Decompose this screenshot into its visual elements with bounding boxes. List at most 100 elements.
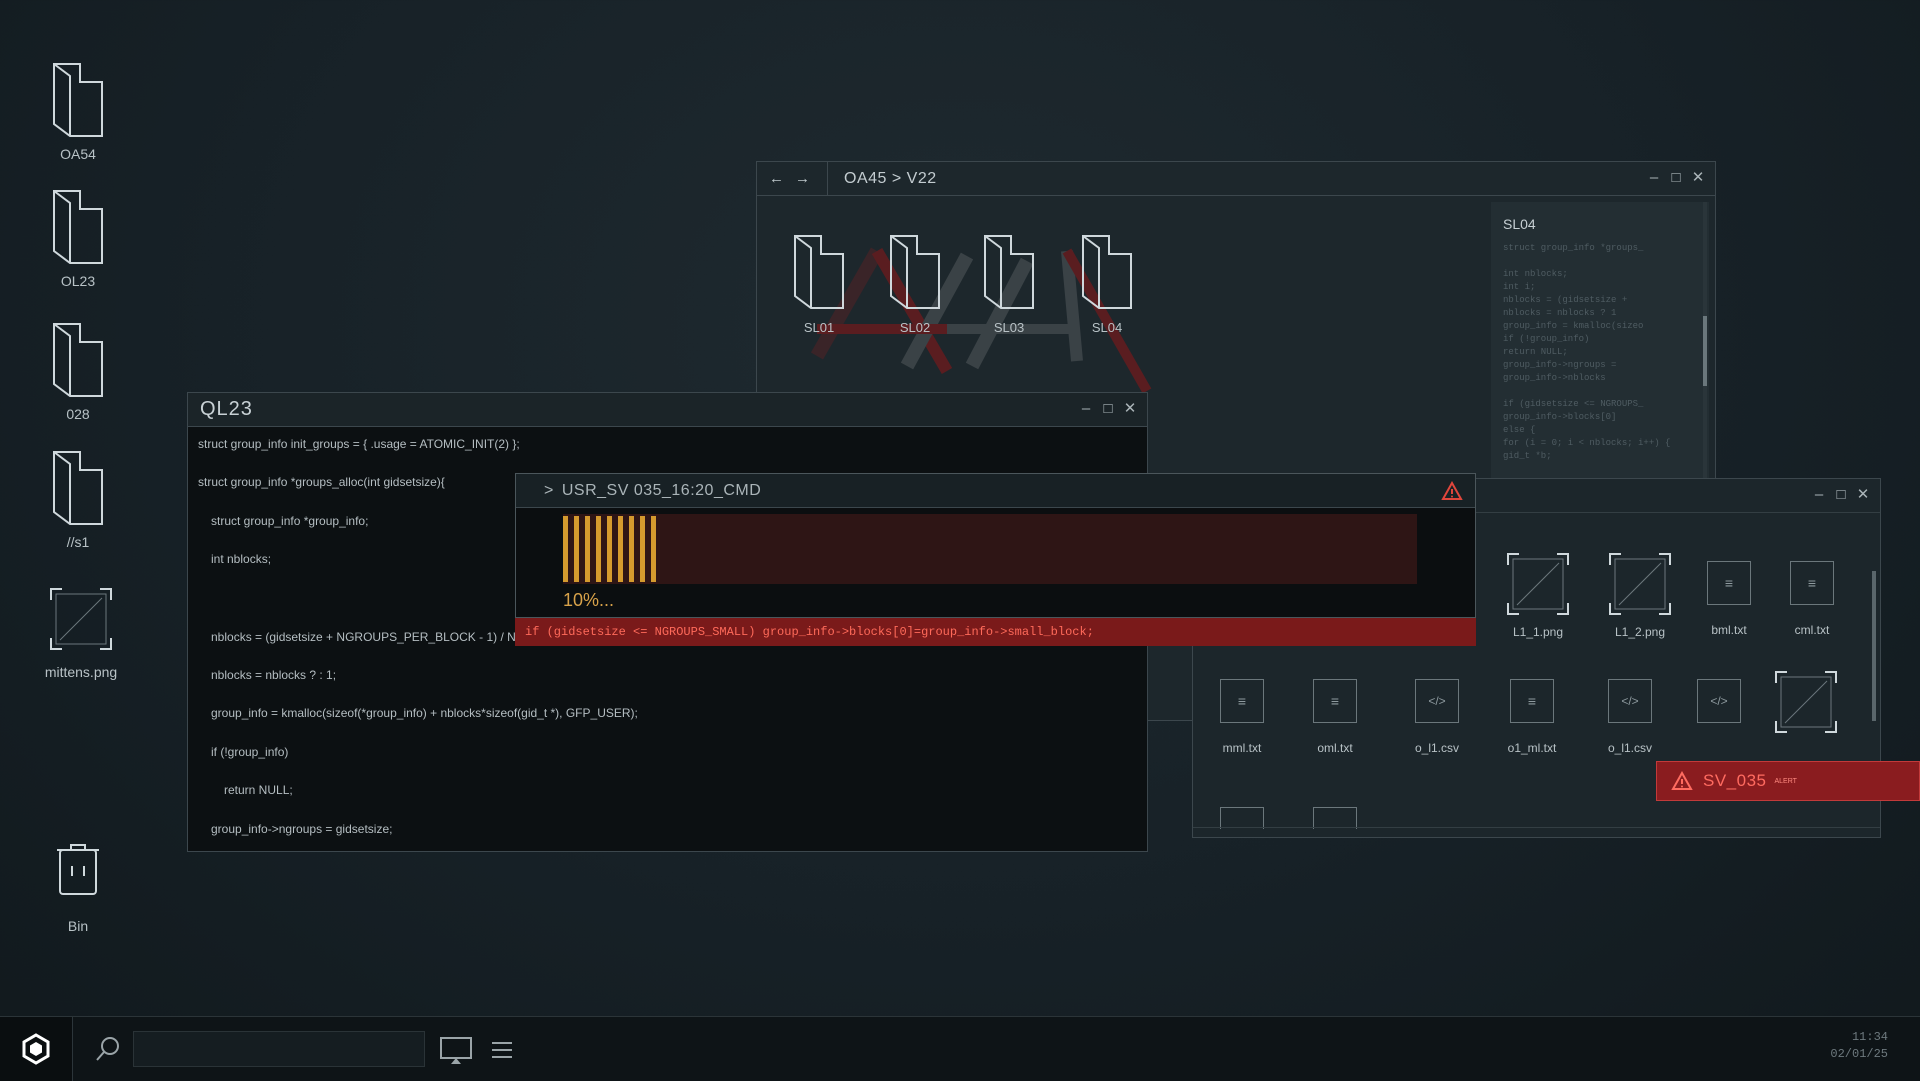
file-item[interactable]: L1_2.png	[1595, 553, 1685, 639]
window-controls: – □ ✕	[1647, 169, 1705, 187]
command-window[interactable]: > USR_SV 035_16:20_CMD 10%...	[515, 473, 1476, 618]
minimize-icon[interactable]: –	[1812, 486, 1826, 503]
text-file-icon: ≡	[1220, 679, 1264, 723]
folder-label: SL01	[803, 320, 835, 335]
explorer-titlebar[interactable]: ← → OA45 > V22 – □ ✕	[757, 161, 1715, 196]
desktop-folder-028[interactable]: 028	[8, 320, 148, 422]
file-label: o_l1.csv	[1414, 741, 1460, 755]
error-line: if (gidsetsize <= NGROUPS_SMALL) group_i…	[515, 618, 1476, 646]
scrollbar-thumb[interactable]	[1703, 316, 1707, 386]
monitor-icon[interactable]	[440, 1037, 472, 1065]
desktop-icon-label: 028	[66, 406, 90, 422]
folder-sl02[interactable]: SL02	[875, 232, 955, 335]
file-item[interactable]: </>	[1674, 679, 1764, 723]
image-icon	[1507, 553, 1569, 615]
code-line: struct group_info *groups_alloc(int gids…	[198, 475, 445, 489]
close-icon[interactable]: ✕	[1691, 169, 1705, 186]
folder-icon	[53, 63, 103, 137]
command-title: USR_SV 035_16:20_CMD	[561, 481, 762, 499]
clock-date: 02/01/25	[1830, 1047, 1888, 1061]
folder-icon	[984, 235, 1034, 309]
progress-segment	[651, 516, 656, 582]
file-item[interactable]	[1761, 671, 1851, 733]
nav-divider	[827, 161, 828, 196]
code-line: int nblocks;	[211, 552, 272, 566]
prompt-symbol: >	[544, 481, 554, 499]
folder-sl01[interactable]: SL01	[779, 232, 859, 335]
code-file-icon	[1220, 807, 1264, 829]
folder-icon	[1082, 235, 1132, 309]
taskbar-search-input[interactable]	[133, 1031, 425, 1067]
warning-icon	[1671, 771, 1693, 790]
folder-icon	[53, 190, 103, 264]
desktop-folder-ol23[interactable]: OL23	[8, 187, 148, 289]
file-item[interactable]: </> o_l1.csv	[1585, 679, 1675, 755]
alert-sublabel: ALERT	[1774, 777, 1797, 785]
progress-segment	[563, 516, 568, 582]
file-item[interactable]: ≡ bml.txt	[1684, 561, 1774, 637]
preview-title: SL04	[1503, 216, 1536, 232]
file-item[interactable]: ≡ oml.txt	[1290, 679, 1380, 755]
system-clock[interactable]: 11:34 02/01/25	[1830, 1029, 1888, 1063]
code-line: return NULL;	[224, 783, 293, 797]
breadcrumb[interactable]: OA45 > V22	[844, 170, 937, 188]
start-button[interactable]	[0, 1017, 73, 1081]
desktop-icon-label: //s1	[66, 534, 90, 550]
image-icon	[1609, 553, 1671, 615]
file-item[interactable]: L1_1.png	[1493, 553, 1583, 639]
desktop-bin[interactable]: Bin	[8, 842, 148, 934]
files-scrollbar[interactable]	[1872, 571, 1876, 721]
minimize-icon[interactable]: –	[1079, 400, 1093, 417]
file-label: bml.txt	[1711, 623, 1747, 637]
progress-segment	[607, 516, 612, 582]
forward-arrow-icon[interactable]: →	[795, 170, 821, 187]
progress-segment	[618, 516, 623, 582]
file-label: L1_2.png	[1614, 625, 1666, 639]
desktop-file-mittens[interactable]: mittens.png	[11, 588, 151, 680]
file-item[interactable]: ≡ cml.txt	[1767, 561, 1857, 637]
code-line: group_info = kmalloc(sizeof(*group_info)…	[211, 706, 638, 720]
close-icon[interactable]: ✕	[1856, 486, 1870, 503]
folder-sl03[interactable]: SL03	[969, 232, 1049, 335]
code-file-icon: </>	[1697, 679, 1741, 723]
minimize-icon[interactable]: –	[1647, 169, 1661, 186]
window-title: QL23	[200, 398, 253, 420]
file-item[interactable]	[1290, 807, 1380, 829]
code-titlebar[interactable]: QL23 – □ ✕	[188, 393, 1147, 427]
file-label: o1_ml.txt	[1507, 741, 1557, 755]
text-file-icon: ≡	[1510, 679, 1554, 723]
desktop-folder-s1[interactable]: //s1	[8, 448, 148, 550]
maximize-icon[interactable]: □	[1834, 486, 1848, 503]
preview-text: struct group_info *groups_ int nblocks; …	[1503, 243, 1671, 461]
file-item[interactable]: ≡ o1_ml.txt	[1487, 679, 1577, 755]
back-arrow-icon[interactable]: ←	[769, 170, 795, 187]
file-label: L1_1.png	[1512, 625, 1564, 639]
folder-icon	[53, 323, 103, 397]
code-line: struct group_info *group_info;	[211, 514, 369, 528]
maximize-icon[interactable]: □	[1669, 169, 1683, 186]
image-icon	[50, 588, 112, 650]
code-line: group_info->ngroups = gidsetsize;	[211, 822, 393, 836]
close-icon[interactable]: ✕	[1123, 400, 1137, 417]
maximize-icon[interactable]: □	[1101, 400, 1115, 417]
alert-badge[interactable]: SV_035 ALERT	[1656, 761, 1920, 801]
folder-icon	[794, 235, 844, 309]
code-file-icon: </>	[1608, 679, 1652, 723]
menu-icon[interactable]	[491, 1041, 513, 1059]
text-file-icon	[1313, 807, 1357, 829]
trash-icon	[57, 844, 99, 895]
command-titlebar[interactable]: > USR_SV 035_16:20_CMD	[516, 474, 1475, 508]
search-icon[interactable]	[94, 1035, 122, 1063]
desktop-folder-oa54[interactable]: OA54	[8, 60, 148, 162]
folder-icon	[53, 451, 103, 525]
folder-sl04[interactable]: SL04	[1067, 232, 1147, 335]
desktop-icon-label: Bin	[67, 918, 89, 934]
window-controls: – □ ✕	[1812, 486, 1870, 504]
clock-time: 11:34	[1851, 1030, 1888, 1044]
files-bottom-divider	[1193, 827, 1880, 828]
file-item[interactable]: ≡ mml.txt	[1197, 679, 1287, 755]
file-item[interactable]: </> o_l1.csv	[1392, 679, 1482, 755]
file-item[interactable]	[1197, 807, 1287, 829]
file-label: oml.txt	[1317, 741, 1353, 755]
code-line: struct group_info init_groups = { .usage…	[198, 437, 520, 451]
